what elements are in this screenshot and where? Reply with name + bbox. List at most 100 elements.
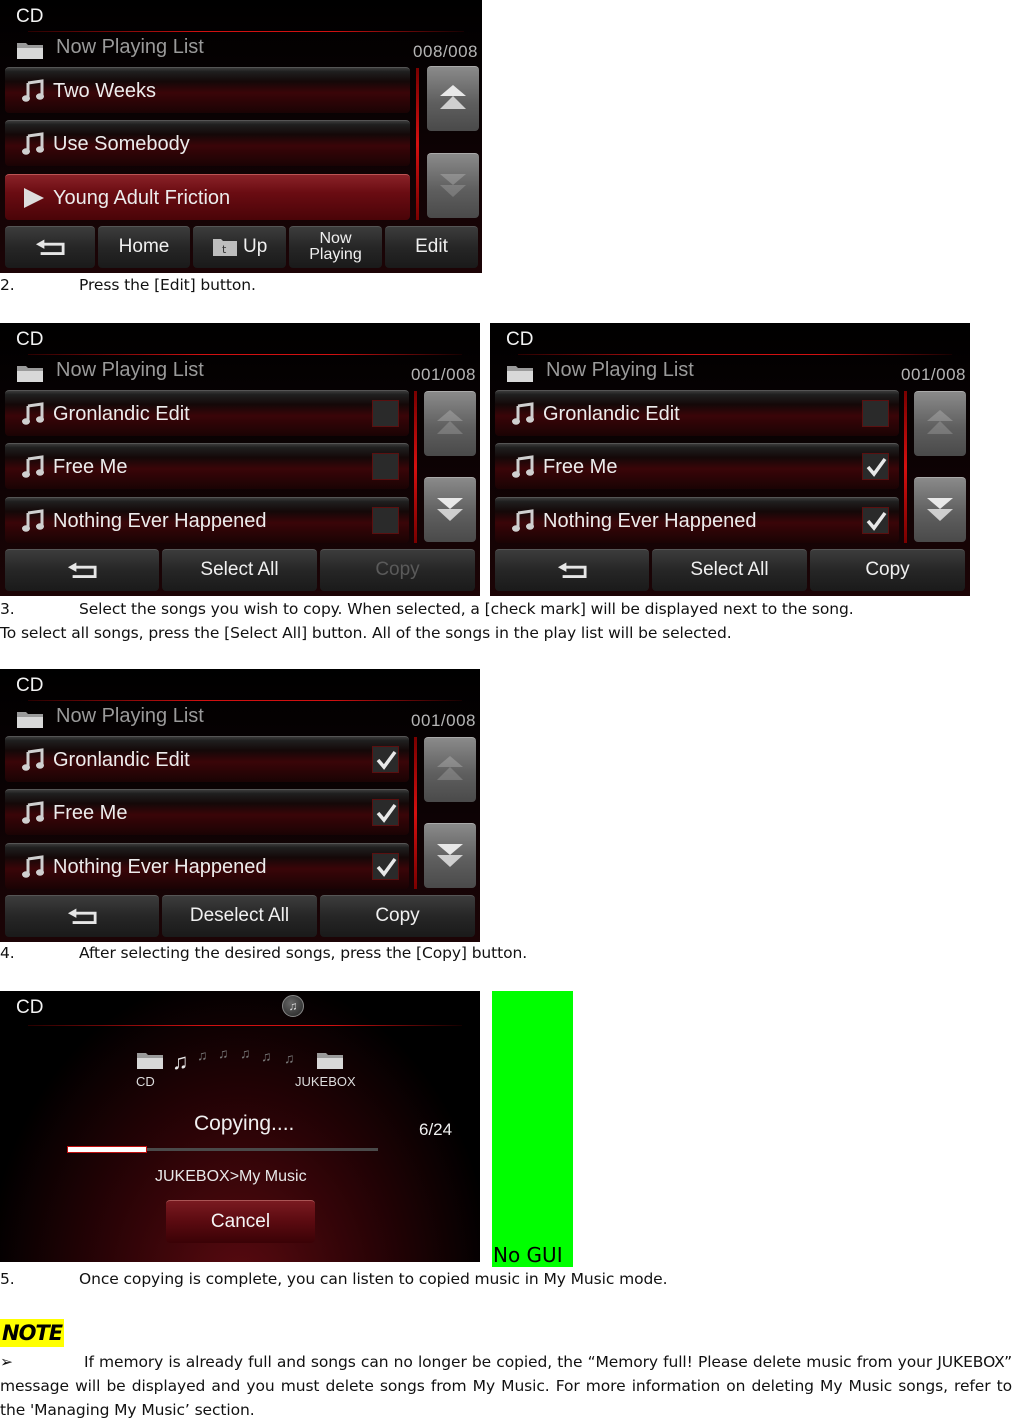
song-title: Free Me (543, 456, 618, 478)
music-note-icon (21, 79, 45, 103)
edit-screen-none-selected: CD Now Playing List 001/008 Gronlandic E… (0, 323, 480, 596)
music-mode-icon: ♫ (282, 995, 304, 1017)
check-mark-icon (865, 510, 887, 532)
copy-button[interactable]: Copy (320, 895, 475, 937)
scroll-down-button[interactable] (424, 823, 476, 888)
edit-button[interactable]: Edit (385, 226, 478, 268)
song-row[interactable]: Free Me (5, 443, 409, 489)
music-note-icon (21, 509, 45, 533)
song-checkbox-checked[interactable] (372, 746, 399, 773)
mode-label: CD (16, 329, 44, 350)
header-divider (28, 354, 462, 355)
cancel-button[interactable]: Cancel (166, 1200, 315, 1243)
svg-text:t: t (222, 243, 227, 256)
song-row-playing[interactable]: Young Adult Friction (5, 174, 410, 220)
folder-icon (16, 709, 44, 729)
music-note-icon: ♫ (240, 1045, 251, 1061)
list-title: Now Playing List (56, 359, 204, 381)
song-checkbox[interactable] (372, 400, 399, 427)
scroll-down-button[interactable] (427, 153, 479, 218)
song-title: Free Me (53, 802, 128, 824)
song-row[interactable]: Free Me (5, 789, 409, 835)
song-title: Young Adult Friction (53, 187, 231, 209)
scroll-up-button[interactable] (914, 391, 966, 456)
note-text: If memory is already full and songs can … (0, 1353, 1012, 1419)
header-divider (28, 1025, 462, 1026)
folder-icon (16, 40, 44, 60)
song-checkbox[interactable] (862, 400, 889, 427)
song-row[interactable]: Use Somebody (5, 120, 410, 166)
header-divider (518, 354, 952, 355)
destination-folder-icon (316, 1049, 344, 1071)
scrollbar[interactable] (904, 391, 907, 543)
destination-label: JUKEBOX (295, 1074, 356, 1089)
song-row[interactable]: Gronlandic Edit (5, 390, 409, 436)
scrollbar[interactable] (414, 391, 417, 543)
mode-label: CD (16, 675, 44, 696)
check-mark-icon (865, 456, 887, 478)
scroll-down-button[interactable] (914, 477, 966, 542)
song-checkbox-checked[interactable] (372, 799, 399, 826)
deselect-all-button[interactable]: Deselect All (162, 895, 317, 937)
edit-screen-all-selected: CD Now Playing List 001/008 Gronlandic E… (0, 669, 480, 942)
step-number: 2. (0, 276, 15, 294)
copy-button[interactable]: Copy (320, 549, 475, 591)
select-all-button[interactable]: Select All (162, 549, 317, 591)
track-counter: 001/008 (411, 365, 476, 384)
no-gui-placeholder: No GUI (492, 991, 573, 1267)
scroll-up-button[interactable] (424, 391, 476, 456)
song-checkbox[interactable] (372, 453, 399, 480)
song-row[interactable]: Nothing Ever Happened (5, 843, 409, 889)
song-row[interactable]: Free Me (495, 443, 899, 489)
double-chevron-up-icon (435, 408, 465, 438)
song-row[interactable]: Gronlandic Edit (495, 390, 899, 436)
copy-button[interactable]: Copy (810, 549, 965, 591)
scrollbar[interactable] (414, 737, 417, 889)
home-button[interactable]: Home (98, 226, 190, 268)
step-text: Press the [Edit] button. (79, 276, 256, 294)
up-button[interactable]: t Up (193, 226, 286, 268)
track-counter: 001/008 (901, 365, 966, 384)
scroll-up-button[interactable] (424, 737, 476, 802)
now-playing-line1: Now (319, 230, 352, 247)
select-all-button[interactable]: Select All (652, 549, 807, 591)
song-title: Free Me (53, 456, 128, 478)
check-mark-icon (375, 856, 397, 878)
back-button[interactable] (495, 549, 649, 591)
song-row[interactable]: Two Weeks (5, 67, 410, 113)
header-divider (28, 31, 464, 32)
scroll-up-button[interactable] (427, 66, 479, 131)
folder-icon (506, 363, 534, 383)
back-button[interactable] (5, 226, 95, 268)
music-note-icon (21, 132, 45, 156)
song-row[interactable]: Nothing Ever Happened (495, 497, 899, 543)
source-label: CD (136, 1074, 155, 1089)
song-checkbox-checked[interactable] (862, 453, 889, 480)
song-row[interactable]: Nothing Ever Happened (5, 497, 409, 543)
step-number: 4. (0, 944, 15, 962)
copy-status: Copying.... (194, 1112, 295, 1135)
step-2-caption: 2. Press the [Edit] button. (0, 276, 256, 294)
back-button[interactable] (5, 549, 159, 591)
song-title: Gronlandic Edit (543, 403, 680, 425)
music-note-icon (21, 801, 45, 825)
music-note-icon (511, 402, 535, 426)
song-row[interactable]: Gronlandic Edit (5, 736, 409, 782)
scroll-down-button[interactable] (424, 477, 476, 542)
scrollbar[interactable] (416, 68, 419, 220)
playlist-screen: CD Now Playing List 008/008 Two Weeks Us… (0, 0, 482, 273)
edit-screen-some-selected: CD Now Playing List 001/008 Gronlandic E… (490, 323, 970, 596)
source-folder-icon (136, 1049, 164, 1071)
song-title: Nothing Ever Happened (53, 510, 267, 532)
list-title: Now Playing List (546, 359, 694, 381)
music-note-icon: ♫ (197, 1047, 208, 1063)
song-checkbox[interactable] (372, 507, 399, 534)
song-checkbox-checked[interactable] (862, 507, 889, 534)
play-icon (24, 188, 44, 208)
song-checkbox-checked[interactable] (372, 853, 399, 880)
double-chevron-up-icon (925, 408, 955, 438)
double-chevron-up-icon (435, 754, 465, 784)
now-playing-button[interactable]: Now Playing (289, 226, 382, 268)
back-button[interactable] (5, 895, 159, 937)
song-title: Use Somebody (53, 133, 190, 155)
